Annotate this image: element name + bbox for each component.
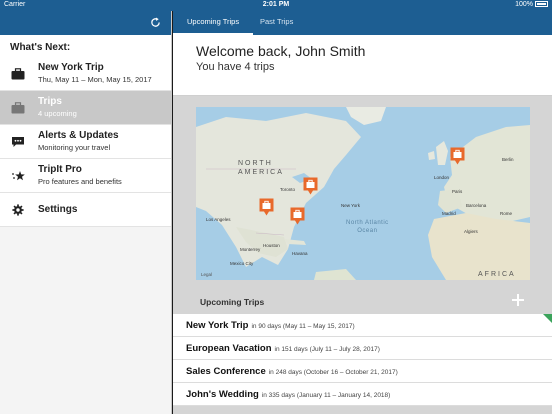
trip-name: New York Trip bbox=[186, 320, 249, 331]
trip-dates: in 335 days (January 11 – January 14, 20… bbox=[261, 392, 391, 399]
map-landmass bbox=[196, 107, 530, 280]
sidebar-item-settings[interactable]: Settings bbox=[0, 193, 171, 227]
trip-dates: in 90 days (May 11 – May 15, 2017) bbox=[251, 323, 355, 330]
city-label: Algiers bbox=[464, 229, 478, 234]
sidebar-item-title: New York Trip bbox=[38, 62, 104, 73]
refresh-icon[interactable] bbox=[150, 17, 161, 28]
city-label: New York bbox=[341, 203, 361, 208]
city-label: Paris bbox=[452, 189, 463, 194]
city-label: Havana bbox=[292, 251, 308, 256]
city-label: London bbox=[434, 175, 450, 180]
trip-dates: in 151 days (July 11 – July 28, 2017) bbox=[274, 346, 380, 353]
clock: 2:01 PM bbox=[262, 1, 290, 8]
add-trip-button[interactable] bbox=[512, 293, 524, 307]
sidebar: What's Next: New York Trip Thu, May 11 –… bbox=[0, 11, 172, 414]
map-label-north-america: NORTH AMERICA bbox=[238, 160, 284, 176]
city-label: Monterrey bbox=[240, 247, 261, 252]
battery-indicator: 100% bbox=[515, 1, 548, 8]
sidebar-item-subtitle: Thu, May 11 – Mon, May 15, 2017 bbox=[38, 75, 152, 84]
sidebar-item-subtitle: Pro features and benefits bbox=[38, 177, 122, 186]
sidebar-item-trips[interactable]: Trips 4 upcoming bbox=[0, 91, 171, 125]
sidebar-item-next-trip[interactable]: New York Trip Thu, May 11 – Mon, May 15,… bbox=[0, 57, 171, 91]
sidebar-item-tripit-pro[interactable]: TripIt Pro Pro features and benefits bbox=[0, 159, 171, 193]
sidebar-item-alerts[interactable]: Alerts & Updates Monitoring your travel bbox=[0, 125, 171, 159]
map-label-africa: AFRICA bbox=[478, 271, 516, 278]
sidebar-header bbox=[0, 11, 171, 35]
welcome-card: Welcome back, John Smith You have 4 trip… bbox=[173, 35, 552, 96]
trip-name: John's Wedding bbox=[186, 389, 259, 400]
trip-pin-europe[interactable] bbox=[450, 147, 465, 165]
whats-next-heading: What's Next: bbox=[0, 35, 171, 57]
trip-row[interactable]: John's Wedding in 335 days (January 11 – … bbox=[173, 383, 552, 406]
sidebar-item-title: Alerts & Updates bbox=[38, 130, 119, 141]
trip-pin-new-york[interactable] bbox=[303, 177, 318, 195]
sidebar-item-subtitle: 4 upcoming bbox=[38, 109, 77, 118]
trip-pin[interactable] bbox=[290, 207, 305, 225]
trip-pin[interactable] bbox=[259, 198, 274, 216]
trips-map[interactable]: NORTH AMERICA North Atlantic Ocean AFRIC… bbox=[196, 107, 530, 280]
trip-name-row: Sales Conference in 248 days (October 16 … bbox=[186, 366, 398, 377]
sidebar-item-subtitle: Monitoring your travel bbox=[38, 143, 111, 152]
trip-dates: in 248 days (October 16 – October 21, 20… bbox=[268, 369, 398, 376]
trip-name: Sales Conference bbox=[186, 366, 266, 377]
chat-bubble-icon bbox=[12, 137, 24, 147]
upcoming-trips-header: Upcoming Trips bbox=[173, 291, 552, 313]
sidebar-item-title: Settings bbox=[38, 204, 78, 215]
trip-name: European Vacation bbox=[186, 343, 272, 354]
trip-row[interactable]: New York Trip in 90 days (May 11 – May 15… bbox=[173, 314, 552, 337]
map-legal-link[interactable]: Legal bbox=[201, 272, 212, 277]
trip-name-row: John's Wedding in 335 days (January 11 – … bbox=[186, 389, 390, 400]
city-label: Houston bbox=[263, 243, 280, 248]
battery-icon bbox=[535, 1, 548, 7]
tab-past-trips[interactable]: Past Trips bbox=[260, 17, 293, 26]
tab-upcoming-trips[interactable]: Upcoming Trips bbox=[187, 17, 239, 26]
trip-name-row: European Vacation in 151 days (July 11 – … bbox=[186, 343, 380, 354]
trip-list: New York Trip in 90 days (May 11 – May 15… bbox=[173, 314, 552, 406]
city-label: Madrid bbox=[442, 211, 456, 216]
city-label: Los Angeles bbox=[206, 217, 231, 222]
trip-name-row: New York Trip in 90 days (May 11 – May 15… bbox=[186, 320, 355, 331]
city-label: Berlin bbox=[502, 157, 514, 162]
stars-icon bbox=[12, 171, 25, 181]
new-trip-flag bbox=[543, 314, 552, 323]
city-label: Rome bbox=[500, 211, 513, 216]
city-label: Barcelona bbox=[466, 203, 487, 208]
section-title: Upcoming Trips bbox=[200, 297, 265, 307]
map-label-north-atlantic: North Atlantic Ocean bbox=[346, 220, 389, 234]
suitcase-icon bbox=[11, 102, 25, 114]
gear-icon bbox=[12, 204, 24, 216]
main-panel: Upcoming Trips Past Trips Welcome back, … bbox=[173, 11, 552, 414]
battery-percent: 100% bbox=[515, 1, 533, 8]
trip-row[interactable]: European Vacation in 151 days (July 11 – … bbox=[173, 337, 552, 360]
tab-bar: Upcoming Trips Past Trips bbox=[173, 11, 552, 35]
suitcase-icon bbox=[11, 68, 25, 80]
city-label: Toronto bbox=[280, 187, 296, 192]
sidebar-item-title: Trips bbox=[38, 96, 62, 107]
city-label: Mexico City bbox=[230, 261, 254, 266]
status-bar: Carrier 2:01 PM 100% bbox=[0, 0, 552, 11]
sidebar-item-title: TripIt Pro bbox=[38, 164, 82, 175]
welcome-title: Welcome back, John Smith bbox=[196, 43, 366, 59]
trip-row[interactable]: Sales Conference in 248 days (October 16 … bbox=[173, 360, 552, 383]
trip-count-text: You have 4 trips bbox=[196, 61, 275, 73]
